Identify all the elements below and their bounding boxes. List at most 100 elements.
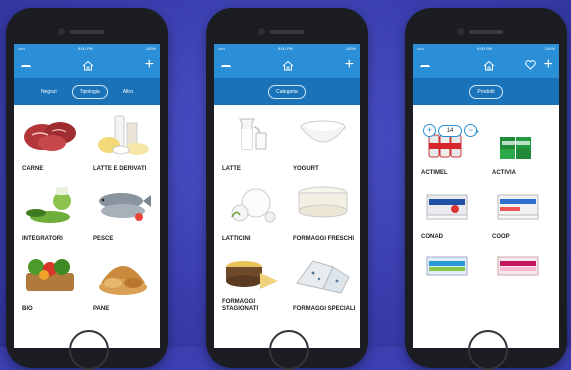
plus-icon[interactable]: +	[544, 57, 553, 73]
camera-dot	[258, 28, 265, 35]
category-integratori[interactable]: INTEGRATORI	[18, 181, 85, 243]
nav-bar: +	[413, 52, 559, 78]
category-latte-e-derivati[interactable]: LATTE E DERIVATI	[89, 111, 156, 173]
status-bar: ••••• 9:00 PM 100%	[14, 44, 160, 52]
category-pane[interactable]: PANE	[89, 251, 156, 313]
product-item-6[interactable]	[488, 249, 555, 289]
yogurt-image	[300, 120, 346, 143]
category-yogurt[interactable]: YOGURT	[289, 111, 356, 173]
bread-image	[99, 266, 147, 295]
category-latticini[interactable]: LATTICINI	[218, 181, 285, 243]
product-label: CONAD	[421, 234, 443, 241]
category-bio[interactable]: BIO	[18, 251, 85, 313]
clock: 9:00 PM	[277, 45, 293, 51]
screen-products: ••••• 9:00 PM 100% + Prodotti ACTIMEL AC…	[413, 44, 559, 348]
phone-frame-2: ••••• 9:00 PM 100% + Categoria LATTE YOG…	[206, 8, 368, 370]
yogurt-pack-image	[497, 256, 539, 276]
home-button[interactable]	[269, 330, 309, 370]
tab-altro[interactable]: Altro	[116, 86, 140, 98]
product-coop[interactable]: COOP	[488, 185, 555, 241]
tab-bar: Categoria	[214, 78, 360, 105]
quantity-stepper[interactable]: + 14 −	[423, 124, 477, 137]
battery-level: 100%	[544, 45, 555, 51]
tab-bar: Prodotti	[413, 78, 559, 105]
supplements-image	[26, 187, 71, 223]
status-bar: ••••• 9:00 PM 100%	[214, 44, 360, 52]
menu-icon[interactable]	[419, 61, 431, 69]
ricotta-image	[298, 186, 348, 218]
category-label: LATTICINI	[222, 236, 251, 243]
category-label: BIO	[22, 306, 33, 313]
battery-level: 100%	[345, 45, 356, 51]
decrement-button[interactable]: −	[464, 124, 477, 137]
category-label: FORMAGGI STAGIONATI	[222, 299, 259, 313]
category-pesce[interactable]: PESCE	[89, 181, 156, 243]
home-icon[interactable]	[282, 60, 294, 71]
tab-negozi[interactable]: Negozi	[34, 86, 64, 98]
carrier-indicator: •••••	[18, 45, 26, 51]
category-label: INTEGRATORI	[22, 236, 63, 243]
plus-icon[interactable]: +	[145, 57, 154, 73]
category-grid: LATTE YOGURT LATTICINI FORMAGGI FRESCHI …	[214, 105, 360, 313]
tab-prodotti[interactable]: Prodotti	[469, 84, 503, 99]
product-label: ACTIVIA	[492, 170, 516, 177]
carrier-indicator: •••••	[218, 45, 226, 51]
earpiece	[469, 30, 503, 34]
quantity-value[interactable]: 14	[438, 124, 462, 137]
home-icon[interactable]	[82, 60, 94, 71]
aged-cheese-image	[226, 261, 278, 289]
dairy-image	[98, 115, 149, 155]
plus-icon[interactable]: +	[345, 57, 354, 73]
category-grid: CARNE LATTE E DERIVATI INTEGRATORI PESCE…	[14, 105, 160, 313]
home-button[interactable]	[468, 330, 508, 370]
category-carne[interactable]: CARNE	[18, 111, 85, 173]
battery-level: 100%	[145, 45, 156, 51]
phone-frame-1: ••••• 9:00 PM 100% + Negozi Tipologia Al…	[6, 8, 168, 370]
clock: 9:00 PM	[476, 45, 492, 51]
activia-pack-image	[500, 137, 531, 159]
status-bar: ••••• 9:00 PM 100%	[413, 44, 559, 52]
clock: 9:00 PM	[77, 45, 93, 51]
category-label: PANE	[93, 306, 110, 313]
product-conad[interactable]: CONAD	[417, 185, 484, 241]
earpiece	[70, 30, 104, 34]
screen-categories: ••••• 9:00 PM 100% + Categoria LATTE YOG…	[214, 44, 360, 348]
category-label: LATTE E DERIVATI	[93, 166, 147, 173]
vegetables-image	[26, 259, 74, 291]
coop-pack-image	[497, 194, 539, 220]
phone-frame-3: ••••• 9:00 PM 100% + Prodotti ACTIMEL AC…	[405, 8, 567, 370]
category-formaggi-stagionati[interactable]: FORMAGGI STAGIONATI	[218, 251, 285, 313]
increment-button[interactable]: +	[423, 124, 436, 137]
fish-image	[99, 193, 151, 221]
tab-tipologia[interactable]: Tipologia	[71, 84, 108, 99]
category-label: FORMAGGI SPECIALI	[293, 306, 356, 313]
conad-pack-image	[426, 194, 468, 220]
category-formaggi-freschi[interactable]: FORMAGGI FRESCHI	[289, 181, 356, 243]
category-label: PESCE	[93, 236, 114, 243]
category-label: YOGURT	[293, 166, 319, 173]
menu-icon[interactable]	[220, 61, 232, 69]
product-item-5[interactable]	[417, 249, 484, 289]
category-label: CARNE	[22, 166, 44, 173]
nav-bar: +	[214, 52, 360, 78]
screen-types: ••••• 9:00 PM 100% + Negozi Tipologia Al…	[14, 44, 160, 348]
tab-bar: Negozi Tipologia Altro	[14, 78, 160, 105]
camera-dot	[58, 28, 65, 35]
product-label: ACTIMEL	[421, 170, 448, 177]
home-button[interactable]	[69, 330, 109, 370]
earpiece	[270, 30, 304, 34]
category-latte[interactable]: LATTE	[218, 111, 285, 173]
product-activia[interactable]: ACTIVIA	[488, 127, 555, 177]
nav-bar: +	[14, 52, 160, 78]
mozzarella-image	[231, 188, 276, 223]
yogurt-pack-image	[426, 256, 468, 276]
menu-icon[interactable]	[20, 61, 32, 69]
category-formaggi-speciali[interactable]: FORMAGGI SPECIALI	[289, 251, 356, 313]
meat-image	[24, 122, 76, 151]
home-icon[interactable]	[483, 60, 495, 71]
tab-categoria[interactable]: Categoria	[268, 84, 306, 99]
heart-icon[interactable]	[524, 60, 536, 70]
camera-dot	[457, 28, 464, 35]
carrier-indicator: •••••	[417, 45, 425, 51]
blue-cheese-image	[296, 260, 350, 294]
